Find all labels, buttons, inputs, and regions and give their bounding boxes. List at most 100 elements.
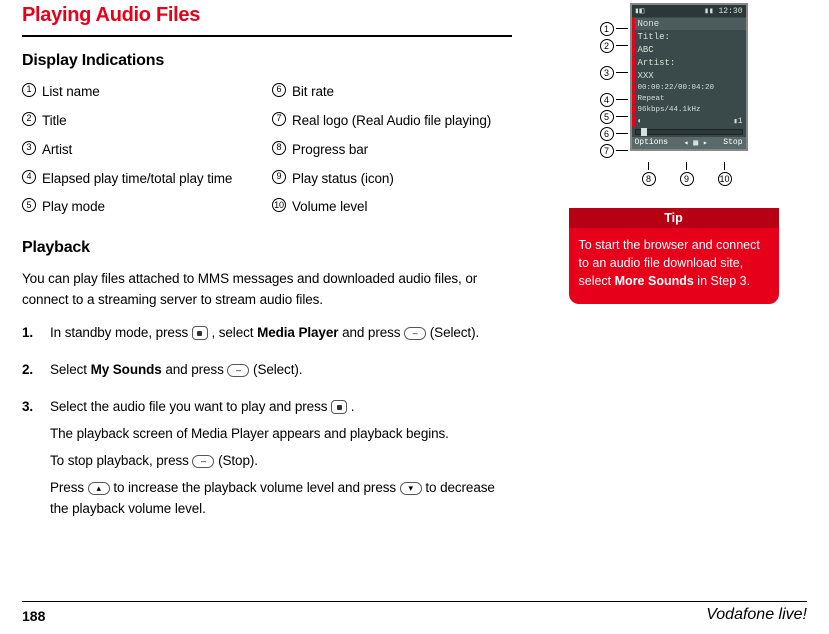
step-3-sub3b: to increase the playback volume level an… [113, 480, 399, 495]
indication-num-7: 7 [272, 112, 286, 126]
step-1-text-e: (Select). [430, 325, 479, 340]
screen-title-label: Title: [632, 31, 746, 43]
step-1-text-b: , select [211, 325, 257, 340]
indication-num-6: 6 [272, 83, 286, 97]
section-rule [22, 35, 512, 37]
indication-label-3: Artist [42, 140, 72, 161]
indication-num-4: 4 [22, 170, 36, 184]
indications-grid: 1 List name 6 Bit rate 2 Title 7 Real lo… [22, 82, 512, 219]
softkey-options: Options [635, 138, 669, 148]
side-content: 1 2 3 4 5 6 7 ▮◧ ▮▮ 12:30 None Title: AB… [540, 35, 807, 304]
footer-brand: Vodafone live! [706, 606, 807, 624]
step-3-text-a: Select the audio file you want to play a… [50, 399, 331, 414]
callout-9: 9 [680, 172, 694, 186]
page-number: 188 [22, 608, 45, 624]
player-screen: ▮◧ ▮▮ 12:30 None Title: ABC Artist: XXX … [630, 3, 748, 151]
indication-label-1: List name [42, 82, 100, 103]
step-2-text-c: and press [165, 362, 227, 377]
tip-header: Tip [569, 208, 779, 228]
screen-title-value: ABC [632, 44, 746, 56]
volume-down-key-icon: ▾ [400, 482, 422, 495]
volume-up-key-icon: ▴ [88, 482, 110, 495]
step-3-text-b: . [351, 399, 355, 414]
screen-volume: ▮1 [733, 117, 742, 126]
status-left: ▮◧ [635, 6, 645, 16]
screen-artist-label: Artist: [632, 57, 746, 69]
indication-2: 2 Title [22, 111, 262, 132]
step-3-sub1: The playback screen of Media Player appe… [50, 424, 512, 445]
screen-list-name: None [632, 18, 746, 30]
bottom-callouts: 8 9 10 [626, 162, 748, 186]
callout-6: 6 [600, 127, 614, 141]
indication-label-4: Elapsed play time/total play time [42, 169, 232, 190]
playback-heading: Playback [22, 236, 512, 261]
step-2-my-sounds: My Sounds [91, 362, 162, 377]
indication-1: 1 List name [22, 82, 262, 103]
step-3-sub2b: (Stop). [218, 453, 258, 468]
step-3-sub3a: Press [50, 480, 88, 495]
side-callouts: 1 2 3 4 5 6 7 [600, 3, 628, 158]
phone-mock-container: 1 2 3 4 5 6 7 ▮◧ ▮▮ 12:30 None Title: AB… [600, 35, 748, 186]
indication-9: 9 Play status (icon) [272, 169, 512, 190]
indication-6: 6 Bit rate [272, 82, 512, 103]
callout-4: 4 [600, 93, 614, 107]
indication-label-9: Play status (icon) [292, 169, 394, 190]
indication-num-2: 2 [22, 112, 36, 126]
indication-10: 10 Volume level [272, 197, 512, 218]
softkey-stop: Stop [723, 138, 742, 148]
steps-list: 1. In standby mode, press , select Media… [22, 323, 512, 525]
indication-num-1: 1 [22, 83, 36, 97]
indication-num-3: 3 [22, 141, 36, 155]
softkey-left-icon: – [404, 327, 426, 340]
step-2-text-d: (Select). [253, 362, 302, 377]
progress-bar [635, 129, 743, 135]
tip-text-c: in Step 3. [697, 274, 750, 288]
indication-label-8: Progress bar [292, 140, 368, 161]
callout-3: 3 [600, 66, 614, 80]
indication-num-10: 10 [272, 198, 286, 212]
center-key-icon [192, 326, 208, 340]
callout-2: 2 [600, 39, 614, 53]
step-3: 3. Select the audio file you want to pla… [22, 397, 512, 526]
indication-num-8: 8 [272, 141, 286, 155]
indication-label-2: Title [42, 111, 67, 132]
indication-3: 3 Artist [22, 140, 262, 161]
step-2-number: 2. [22, 360, 40, 387]
tip-box: Tip To start the browser and connect to … [569, 208, 779, 304]
indication-label-10: Volume level [292, 197, 367, 218]
step-1: 1. In standby mode, press , select Media… [22, 323, 512, 350]
indication-5: 5 Play mode [22, 197, 262, 218]
screen-time: 00:00:22/00:04:20 [632, 83, 746, 93]
page-footer: 188 Vodafone live! [22, 601, 807, 624]
softkey-mid-icons: ◂ ▦ ▸ [684, 138, 708, 148]
callout-5: 5 [600, 110, 614, 124]
status-right: ▮▮ 12:30 [704, 6, 742, 16]
step-2: 2. Select My Sounds and press – (Select)… [22, 360, 512, 387]
tip-body: To start the browser and connect to an a… [569, 228, 779, 304]
indication-7: 7 Real logo (Real Audio file playing) [272, 111, 512, 132]
callout-1: 1 [600, 22, 614, 36]
screen-rate: 96kbps/44.1kHz [632, 105, 746, 115]
screen-progress-row [632, 127, 746, 137]
screen-artist-value: XXX [632, 70, 746, 82]
real-logo-icon: ◐ [638, 117, 643, 126]
step-1-media-player: Media Player [257, 325, 338, 340]
callout-8: 8 [642, 172, 656, 186]
screen-mode: Repeat [632, 94, 746, 104]
step-1-number: 1. [22, 323, 40, 350]
center-key-icon [331, 400, 347, 414]
main-content: Display Indications 1 List name 6 Bit ra… [22, 35, 512, 526]
step-1-text-a: In standby mode, press [50, 325, 192, 340]
indication-8: 8 Progress bar [272, 140, 512, 161]
callout-10: 10 [718, 172, 732, 186]
step-3-sub2a: To stop playback, press [50, 453, 192, 468]
tip-more-sounds: More Sounds [615, 274, 694, 288]
step-1-text-d: and press [342, 325, 404, 340]
indication-label-5: Play mode [42, 197, 105, 218]
display-indications-heading: Display Indications [22, 49, 512, 74]
indication-label-7: Real logo (Real Audio file playing) [292, 111, 491, 132]
playback-intro: You can play files attached to MMS messa… [22, 269, 512, 311]
indication-num-9: 9 [272, 170, 286, 184]
indication-label-6: Bit rate [292, 82, 334, 103]
step-3-number: 3. [22, 397, 40, 526]
